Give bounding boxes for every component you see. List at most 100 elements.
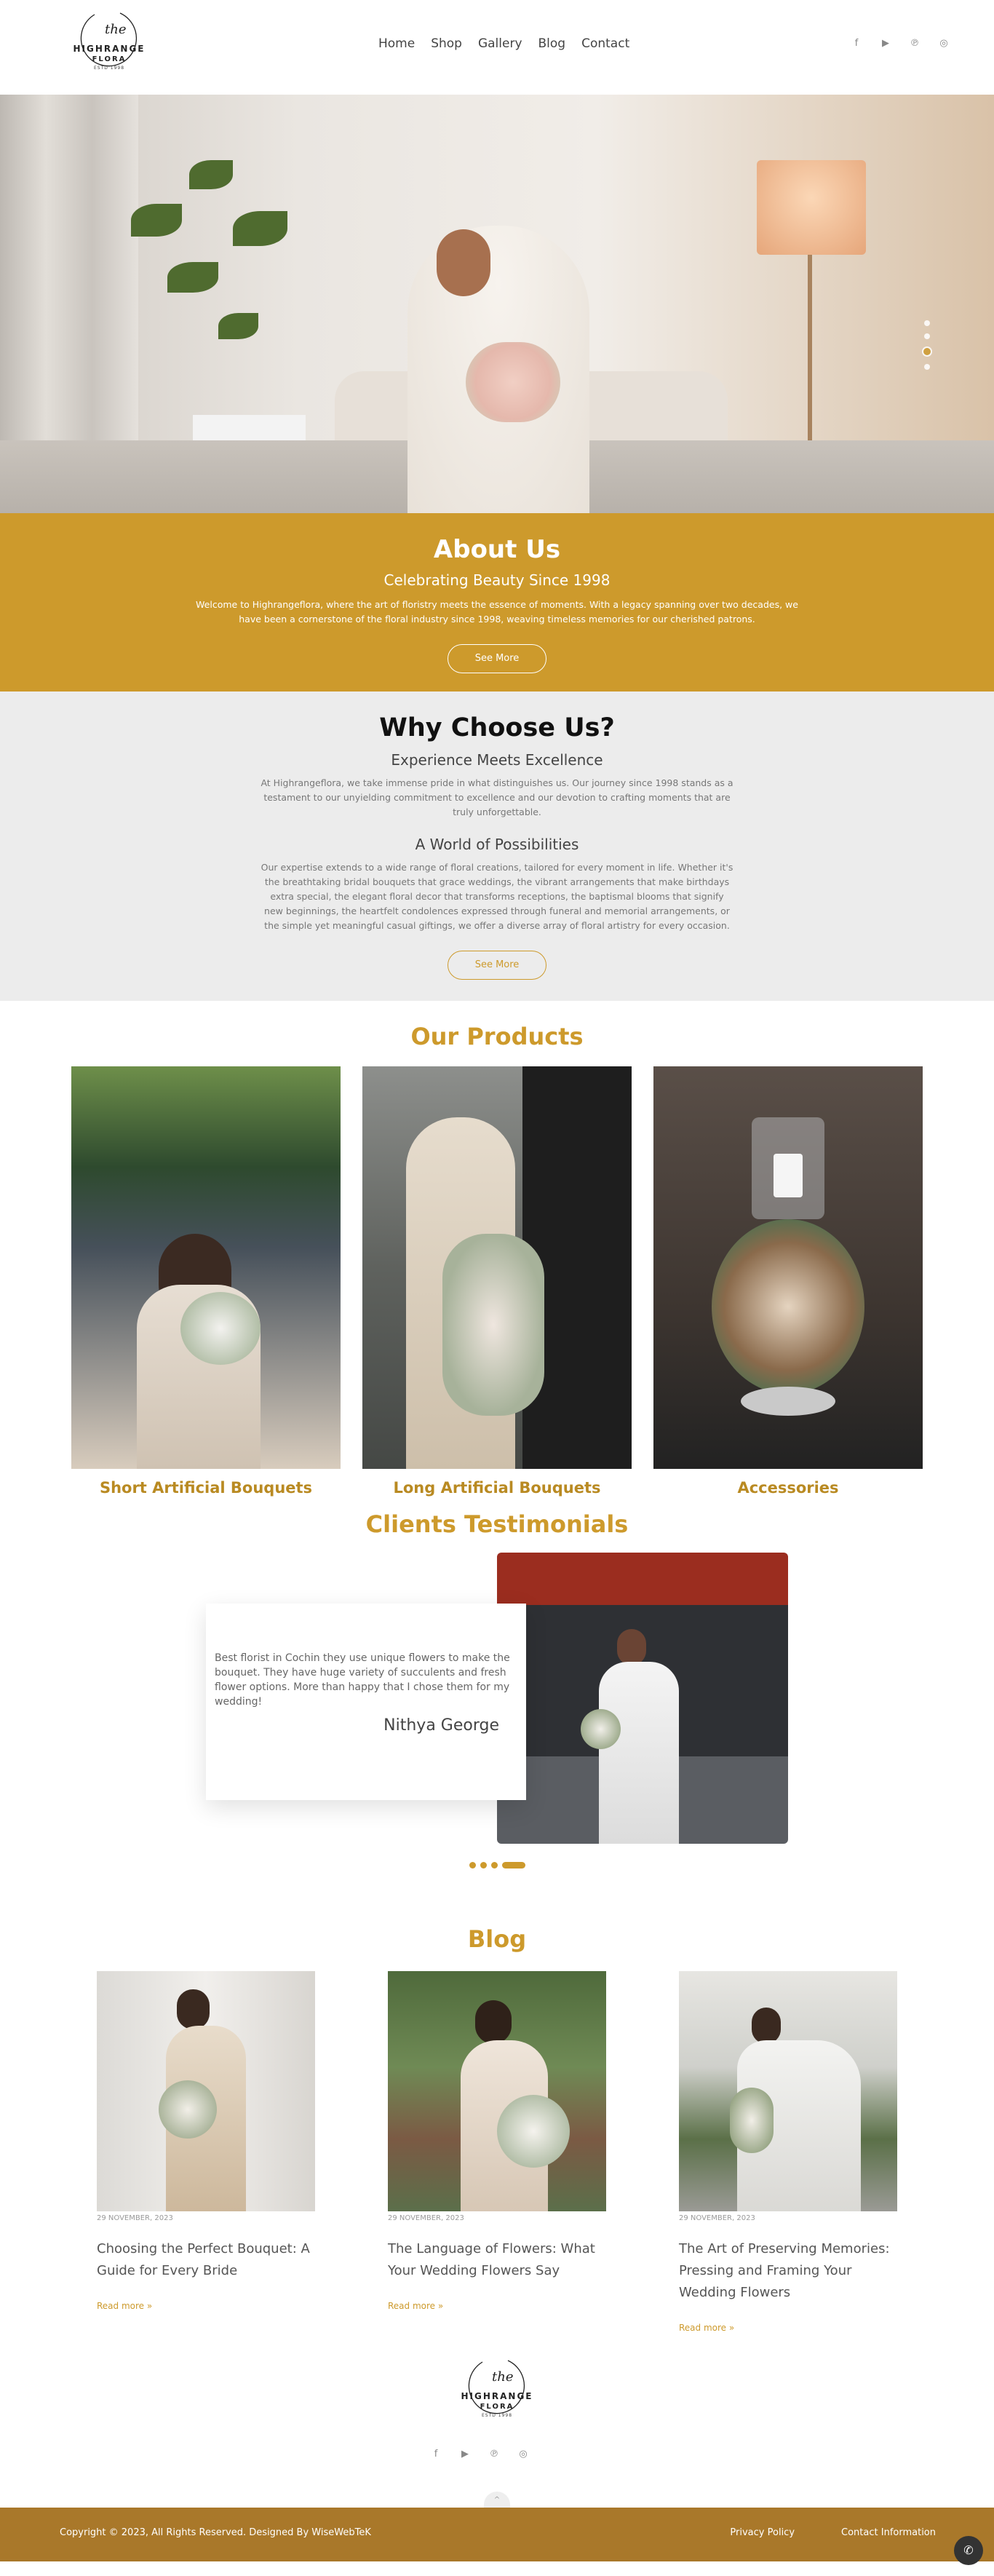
slide-dot[interactable] xyxy=(924,364,930,370)
why-sub1: Experience Meets Excellence xyxy=(391,751,603,769)
product-grid: Short Artificial Bouquets Long Artificia… xyxy=(0,1066,994,1497)
facebook-icon[interactable]: f xyxy=(429,2447,442,2460)
why-text1: At Highrangeflora, we take immense pride… xyxy=(261,777,733,817)
site-header: the HIGHRANGE FLORA ESTD 1998 Home Shop … xyxy=(0,0,994,95)
blog-title: Blog xyxy=(467,1925,527,1953)
why-section: Why Choose Us? Experience Meets Excellen… xyxy=(0,691,994,1001)
whatsapp-icon[interactable]: ✆ xyxy=(954,2536,983,2565)
footer-social: f ▶ ℗ ◎ xyxy=(429,2447,530,2460)
nav-blog[interactable]: Blog xyxy=(538,36,566,51)
product-image[interactable] xyxy=(71,1066,341,1469)
hero-slider xyxy=(0,95,994,513)
bouquet-image xyxy=(466,342,560,422)
nav-gallery[interactable]: Gallery xyxy=(478,36,522,51)
testimonial-dot[interactable] xyxy=(480,1862,487,1868)
product-caption[interactable]: Accessories xyxy=(653,1479,923,1497)
product-card[interactable]: Long Artificial Bouquets xyxy=(362,1066,632,1497)
testimonial-dot[interactable] xyxy=(490,1862,498,1868)
instagram-icon[interactable]: ◎ xyxy=(937,36,950,49)
contact-information-link[interactable]: Contact Information xyxy=(841,2527,936,2538)
leaf-image xyxy=(218,313,258,339)
testimonial-name: Nithya George xyxy=(383,1716,499,1735)
slide-dot[interactable] xyxy=(924,333,930,339)
facebook-icon[interactable]: f xyxy=(850,36,863,49)
youtube-icon[interactable]: ▶ xyxy=(458,2447,472,2460)
product-image[interactable] xyxy=(653,1066,923,1469)
copyright-text: Copyright © 2023, All Rights Reserved. D… xyxy=(60,2527,371,2538)
leaf-image xyxy=(233,211,287,246)
product-caption[interactable]: Long Artificial Bouquets xyxy=(362,1479,632,1497)
slide-dot-active[interactable] xyxy=(922,346,932,357)
testimonials-section: Clients Testimonials Best florist in Coc… xyxy=(0,1503,994,1896)
logo-line3: ESTD 1998 xyxy=(93,66,125,71)
blog-date: 29 NOVEMBER, 2023 xyxy=(388,2214,464,2222)
why-see-more-button[interactable]: See More xyxy=(448,951,546,980)
blog-post: 29 NOVEMBER, 2023 The Language of Flower… xyxy=(388,1971,606,2334)
products-title: Our Products xyxy=(410,1023,584,1050)
nav-contact[interactable]: Contact xyxy=(581,36,629,51)
blog-grid: 29 NOVEMBER, 2023 Choosing the Perfect B… xyxy=(0,1971,994,2334)
nav-home[interactable]: Home xyxy=(378,36,415,51)
about-see-more-button[interactable]: See More xyxy=(448,644,546,673)
blog-post: 29 NOVEMBER, 2023 The Art of Preserving … xyxy=(679,1971,897,2334)
leaf-image xyxy=(189,160,233,189)
testimonial-dot[interactable] xyxy=(469,1862,476,1868)
footer-links: Privacy Policy Contact Information xyxy=(730,2527,936,2538)
why-title: Why Choose Us? xyxy=(379,713,615,742)
pinterest-icon[interactable]: ℗ xyxy=(488,2447,501,2460)
nav-shop[interactable]: Shop xyxy=(431,36,462,51)
logo-line3: ESTD 1998 xyxy=(481,2413,513,2418)
blog-image[interactable] xyxy=(388,1971,606,2211)
blog-date: 29 NOVEMBER, 2023 xyxy=(97,2214,173,2222)
read-more-link[interactable]: Read more » xyxy=(97,2301,152,2311)
logo-line2: FLORA xyxy=(92,55,127,63)
blog-post-title[interactable]: The Art of Preserving Memories: Pressing… xyxy=(679,2238,897,2304)
footer-top: the HIGHRANGE FLORA ESTD 1998 f ▶ ℗ ◎ ^ xyxy=(0,2347,994,2508)
main-nav: Home Shop Gallery Blog Contact xyxy=(378,36,629,51)
testimonial-quote: Best florist in Cochin they use unique f… xyxy=(215,1652,510,1708)
why-text2: Our expertise extends to a wide range of… xyxy=(261,862,733,931)
product-card[interactable]: Short Artificial Bouquets xyxy=(71,1066,341,1497)
testimonial-dot-active[interactable] xyxy=(501,1862,525,1868)
product-image[interactable] xyxy=(362,1066,632,1469)
back-to-top-button[interactable]: ^ xyxy=(484,2492,510,2508)
logo-script: the xyxy=(492,2369,513,2385)
why-sub2: A World of Possibilities xyxy=(415,836,579,853)
pinterest-icon[interactable]: ℗ xyxy=(908,36,921,49)
footer-logo[interactable]: the HIGHRANGE FLORA ESTD 1998 xyxy=(444,2355,550,2435)
instagram-icon[interactable]: ◎ xyxy=(517,2447,530,2460)
header-social: f ▶ ℗ ◎ xyxy=(850,36,950,49)
blog-section: Blog 29 NOVEMBER, 2023 Choosing the Perf… xyxy=(0,1896,994,2347)
logo-line1: HIGHRANGE xyxy=(461,2391,533,2401)
products-section: Our Products Short Artificial Bouquets L… xyxy=(0,1001,994,1503)
slide-dot[interactable] xyxy=(924,320,930,326)
testimonial-photo xyxy=(497,1553,788,1844)
privacy-policy-link[interactable]: Privacy Policy xyxy=(730,2527,795,2538)
logo-line1: HIGHRANGE xyxy=(73,44,146,54)
blog-image[interactable] xyxy=(679,1971,897,2211)
read-more-link[interactable]: Read more » xyxy=(388,2301,443,2311)
blog-image[interactable] xyxy=(97,1971,315,2211)
about-text: Welcome to Highrangeflora, where the art… xyxy=(196,599,798,625)
leaf-image xyxy=(167,262,218,293)
logo-line2: FLORA xyxy=(480,2403,514,2411)
site-logo[interactable]: the HIGHRANGE FLORA ESTD 1998 xyxy=(51,7,167,87)
youtube-icon[interactable]: ▶ xyxy=(879,36,892,49)
bride-head-image xyxy=(437,229,490,296)
logo-script: the xyxy=(105,22,126,37)
about-subtitle: Celebrating Beauty Since 1998 xyxy=(383,571,611,589)
product-caption[interactable]: Short Artificial Bouquets xyxy=(71,1479,341,1497)
lamp-image xyxy=(757,160,866,255)
blog-date: 29 NOVEMBER, 2023 xyxy=(679,2214,755,2222)
testimonial-pagination xyxy=(0,1862,994,1868)
about-title: About Us xyxy=(433,535,561,564)
blog-post-title[interactable]: The Language of Flowers: What Your Weddi… xyxy=(388,2238,606,2282)
read-more-link[interactable]: Read more » xyxy=(679,2323,734,2333)
testimonial-slider: Best florist in Cochin they use unique f… xyxy=(206,1553,788,1844)
leaf-image xyxy=(131,204,182,237)
product-card[interactable]: Accessories xyxy=(653,1066,923,1497)
blog-post: 29 NOVEMBER, 2023 Choosing the Perfect B… xyxy=(97,1971,315,2334)
testimonial-card: Best florist in Cochin they use unique f… xyxy=(206,1604,526,1800)
hero-pagination xyxy=(922,320,932,370)
blog-post-title[interactable]: Choosing the Perfect Bouquet: A Guide fo… xyxy=(97,2238,315,2282)
